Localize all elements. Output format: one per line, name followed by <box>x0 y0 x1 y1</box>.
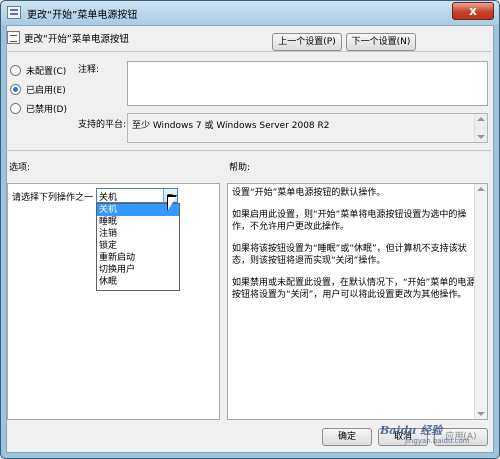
dropdown-selected-value: 关机 <box>99 193 118 203</box>
title-bar[interactable]: 更改“开始”菜单电源按钮 x <box>1 1 499 25</box>
watermark-logo: Baidu 经验 <box>380 424 443 437</box>
previous-setting-button[interactable]: 上一个设置(P) <box>272 33 342 51</box>
help-paragraph: 如果将该按钮设置为“睡眠”或“休眠”，但计算机不支持该状态，则该按钮将退而实现“… <box>232 244 467 266</box>
ok-button[interactable]: 确定 <box>322 428 372 446</box>
help-text: 设置“开始”菜单电源按钮的默认操作。 如果启用此设置，则“开始”菜单将电源按钮设… <box>232 187 482 311</box>
options-section-label: 选项: <box>9 163 31 173</box>
radio-circle[interactable] <box>10 64 21 76</box>
comment-textarea[interactable] <box>127 61 488 106</box>
platform-label: 支持的平台: <box>78 120 127 130</box>
mouse-cursor-fill <box>168 197 176 210</box>
radio-not-configured[interactable]: 未配置(C) <box>10 63 66 77</box>
dropdown-options-list: 关机 睡眠 注销 锁定 重新启动 切换用户 休眠 <box>96 203 180 291</box>
dropdown-option[interactable]: 重新启动 <box>97 252 179 264</box>
platform-value: 至少 Windows 7 或 Windows Server 2008 R2 <box>132 121 330 131</box>
help-paragraph: 如果启用此设置，则“开始”菜单将电源按钮设置为选中的操作，不允许用户更改此操作。 <box>232 210 467 232</box>
help-panel: 设置“开始”菜单电源按钮的默认操作。 如果启用此设置，则“开始”菜单将电源按钮设… <box>227 183 488 420</box>
dropdown-option[interactable]: 休眠 <box>97 276 179 288</box>
help-paragraph: 设置“开始”菜单电源按钮的默认操作。 <box>232 188 386 198</box>
scroll-down-icon[interactable] <box>477 135 485 139</box>
dropdown-option[interactable]: 睡眠 <box>97 216 179 228</box>
watermark-url: jingyan.baidu.com <box>405 437 470 445</box>
dropdown-option[interactable]: 切换用户 <box>97 264 179 276</box>
radio-label: 已禁用(D) <box>26 104 67 115</box>
help-section-label: 帮助: <box>229 163 251 173</box>
radio-circle[interactable] <box>10 102 21 114</box>
radio-disabled[interactable]: 已禁用(D) <box>10 101 67 115</box>
action-dropdown[interactable]: 关机 <box>96 188 178 203</box>
policy-icon <box>7 6 21 19</box>
dropdown-option[interactable]: 锁定 <box>97 240 179 252</box>
scroll-up-icon[interactable] <box>477 117 485 121</box>
platform-field: 至少 Windows 7 或 Windows Server 2008 R2 <box>127 113 488 143</box>
dropdown-option[interactable]: 注销 <box>97 228 179 240</box>
radio-label: 已启用(E) <box>26 85 66 96</box>
setting-icon <box>7 31 20 44</box>
setting-title: 更改“开始”菜单电源按钮 <box>24 34 129 45</box>
help-paragraph: 如果禁用或未配置此设置，在默认情况下，“开始”菜单的电源按钮将设置为“关闭”，用… <box>232 278 476 300</box>
radio-circle[interactable] <box>10 83 21 95</box>
radio-enabled[interactable]: 已启用(E) <box>10 82 66 96</box>
comment-label: 注释: <box>78 65 100 75</box>
scroll-up-icon[interactable] <box>477 187 485 191</box>
header-divider <box>6 51 491 52</box>
radio-label: 未配置(C) <box>26 66 67 77</box>
help-scrollbar[interactable] <box>474 184 487 419</box>
section-divider <box>6 150 491 151</box>
window-title: 更改“开始”菜单电源按钮 <box>27 10 138 21</box>
next-setting-button[interactable]: 下一个设置(N) <box>346 33 416 51</box>
close-button[interactable]: x <box>452 2 494 20</box>
options-prompt: 请选择下列操作之一 <box>12 193 94 203</box>
platform-scrollbar[interactable] <box>474 114 487 142</box>
scroll-down-icon[interactable] <box>477 412 485 416</box>
